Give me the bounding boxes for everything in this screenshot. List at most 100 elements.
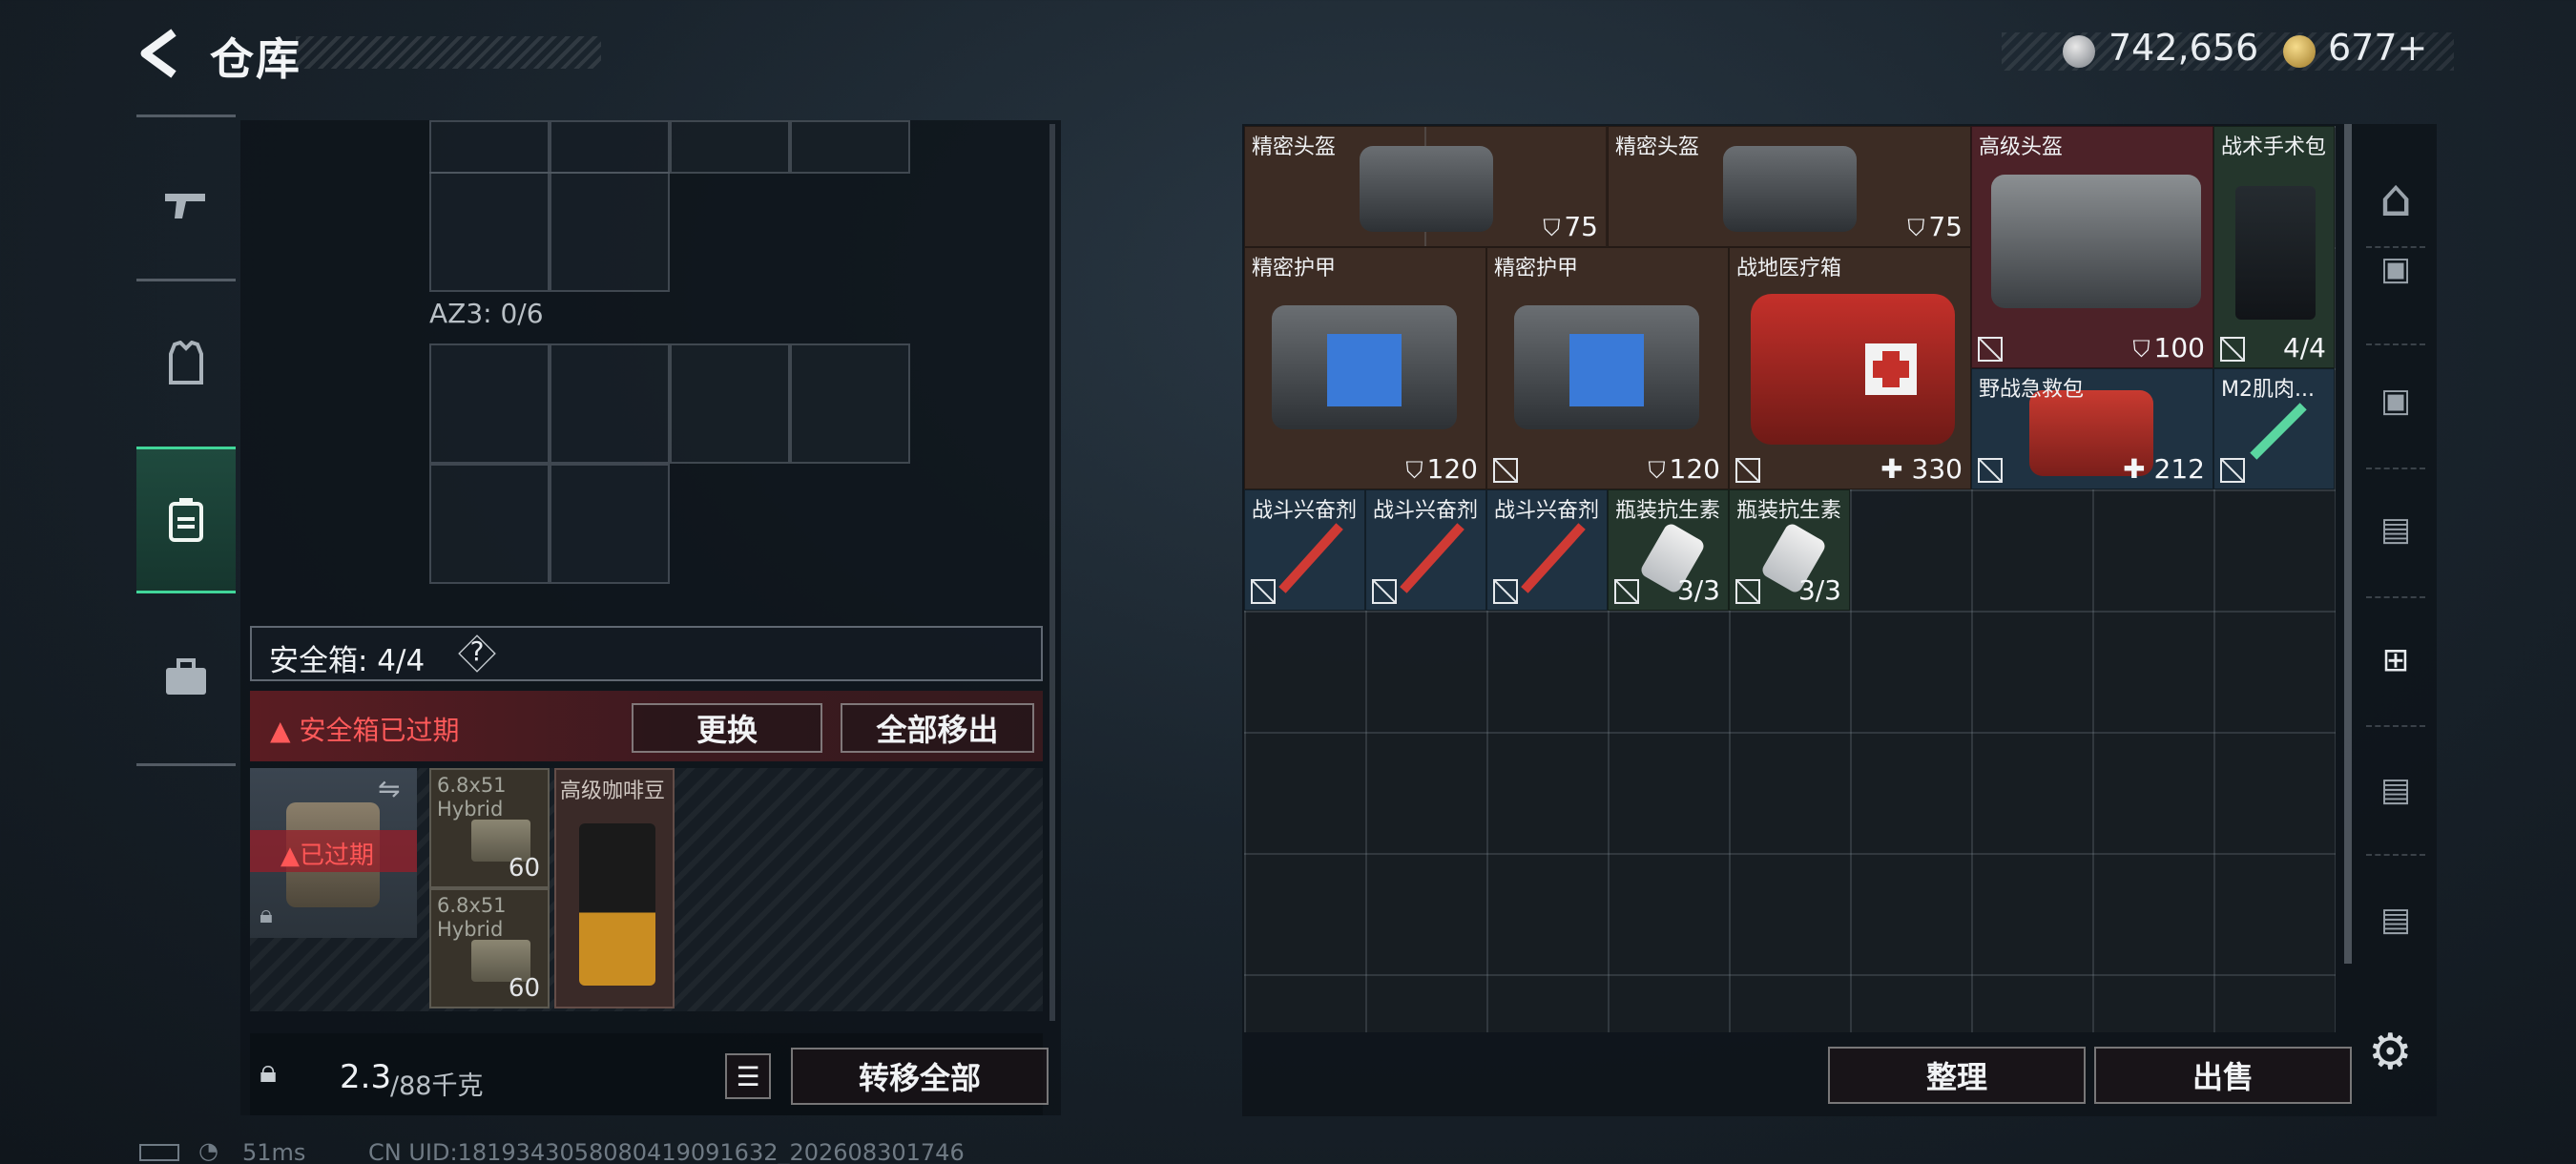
plus-icon: ✚ (1880, 453, 1912, 485)
ping-label: 51ms (242, 1139, 306, 1164)
add-folder-iv-icon[interactable]: ⊞ (2362, 641, 2429, 679)
toolbox-icon (166, 658, 206, 695)
shield-icon: ⛉ (1907, 215, 1925, 241)
grid-item[interactable]: 精密头盔 ⛉ 75 (1608, 126, 1971, 247)
list-view-button[interactable]: ☰ (725, 1053, 771, 1099)
case-expired-label: ▲已过期 (280, 842, 375, 870)
transfer-all-button[interactable]: 转移全部 (791, 1048, 1049, 1105)
scrollbar[interactable] (1049, 124, 1055, 1021)
grid-item[interactable]: 战斗兴奋剂 (1486, 489, 1608, 611)
az3-slot[interactable] (790, 343, 910, 464)
shield-icon: ⛉ (1405, 457, 1423, 484)
folder-iv-icon[interactable]: ▤ (2362, 771, 2429, 809)
stimulant-image (1278, 523, 1343, 593)
stimulant-image (1400, 523, 1465, 593)
no-sell-icon (1735, 458, 1760, 483)
silver-coin-icon (2063, 35, 2095, 68)
shield-icon: ⛉ (1543, 215, 1561, 241)
grid-item[interactable]: 战斗兴奋剂 (1365, 489, 1486, 611)
pistol-icon (165, 194, 205, 218)
no-sell-icon (1493, 458, 1518, 483)
battery-icon (139, 1144, 179, 1161)
item-name: 高级咖啡豆 (560, 779, 666, 803)
rail-divider (136, 763, 236, 766)
container-icon (169, 498, 203, 542)
syringe-image (2250, 403, 2307, 460)
tab-weapon[interactable] (136, 134, 236, 277)
medkit-image (1751, 294, 1955, 445)
grid-item[interactable]: 精密护甲 ⛉ 120 (1244, 247, 1486, 489)
coffee-item[interactable]: 高级咖啡豆 (554, 768, 675, 1008)
silver-balance: 742,656 (2109, 27, 2259, 69)
az3-slot[interactable] (550, 464, 670, 584)
az3-slot[interactable] (550, 343, 670, 464)
expired-warning-text: ▲ 安全箱已过期 (270, 715, 460, 746)
equipment-slot[interactable] (550, 120, 670, 174)
shield-icon: ⛉ (1648, 457, 1666, 484)
tab-equipment[interactable] (136, 291, 236, 434)
lock-icon: 🔒︎ (260, 901, 273, 929)
equipment-slot[interactable] (550, 172, 670, 292)
gold-coin-icon (2283, 35, 2316, 68)
folder-iv-icon[interactable]: ▤ (2362, 901, 2429, 939)
title-decoration (296, 36, 601, 69)
grid-item[interactable]: 瓶装抗生素 3/3 (1729, 489, 1850, 611)
az3-slot[interactable] (670, 343, 790, 464)
ticket-icon[interactable]: ▣ (2362, 250, 2429, 288)
coffee-bag-image (579, 823, 655, 986)
safebox-capacity-label: 安全箱: 4/4 (269, 644, 426, 678)
weight-lock-icon: 🔒︎ (260, 1052, 278, 1091)
safehouse-icon[interactable]: ⌂ (2362, 168, 2429, 228)
no-sell-icon (1372, 579, 1397, 604)
ticket-icon[interactable]: ▣ (2362, 382, 2429, 420)
no-sell-icon (1735, 579, 1760, 604)
wifi-icon: ◔ (198, 1137, 218, 1164)
folder-iv-icon[interactable]: ▤ (2362, 510, 2429, 549)
remove-all-button[interactable]: 全部移出 (841, 703, 1034, 753)
grid-item[interactable]: 野战急救包 ✚ 212 (1971, 368, 2213, 489)
grid-item[interactable]: 精密头盔 ⛉ 75 (1244, 126, 1608, 247)
no-sell-icon (1978, 458, 2003, 483)
equipment-slot[interactable] (670, 120, 790, 174)
page-title: 仓库 (210, 33, 301, 85)
armor-bag-image (1272, 305, 1457, 429)
grid-item[interactable]: 精密护甲 ⛉ 120 (1486, 247, 1729, 489)
equipment-slot[interactable] (429, 120, 550, 174)
no-sell-icon (1614, 579, 1639, 604)
sort-button[interactable]: 整理 (1828, 1047, 2086, 1104)
scrollbar[interactable] (2344, 124, 2352, 964)
grid-item[interactable]: 战术手术包 4/4 (2213, 126, 2335, 368)
no-sell-icon (1978, 337, 2003, 362)
weight-max: /88千克 (390, 1071, 484, 1101)
uid-label: CN UID:1819343058080419091632_2026083017… (368, 1139, 965, 1164)
back-arrow-icon[interactable] (135, 25, 183, 82)
no-sell-icon (1251, 579, 1276, 604)
gear-icon[interactable]: ⚙ (2368, 1024, 2413, 1081)
help-mark: ? (469, 635, 485, 667)
equipment-slot[interactable] (790, 120, 910, 174)
helmet-bag-image (1723, 146, 1857, 232)
vest-icon (169, 341, 203, 385)
warning-icon: ▲ (280, 842, 300, 870)
ammo-item[interactable]: 6.8x51 Hybrid 60 (429, 768, 550, 888)
sell-button[interactable]: 出售 (2094, 1047, 2352, 1104)
grid-item[interactable]: 高级头盔 ⛉ 100 (1971, 126, 2213, 368)
tab-container[interactable] (136, 447, 236, 593)
swap-icon[interactable]: ⇋ (378, 773, 400, 804)
shield-icon: ⛉ (2132, 336, 2150, 363)
equipment-slot[interactable] (429, 172, 550, 292)
rail-divider (136, 279, 236, 281)
gold-balance[interactable]: 677+ (2328, 27, 2427, 69)
helmet-bag-image (1360, 146, 1493, 232)
grid-item[interactable]: 战斗兴奋剂 (1244, 489, 1365, 611)
az3-slot[interactable] (429, 464, 550, 584)
ammo-item[interactable]: 6.8x51 Hybrid 60 (429, 888, 550, 1008)
grid-item[interactable]: 瓶装抗生素 3/3 (1608, 489, 1729, 611)
grid-item[interactable]: 战地医疗箱 ✚ 330 (1729, 247, 1971, 489)
az3-capacity-label: AZ3: 0/6 (429, 298, 544, 329)
rail-divider (136, 114, 236, 117)
replace-button[interactable]: 更换 (632, 703, 822, 753)
grid-item[interactable]: M2肌肉... (2213, 368, 2335, 489)
az3-slot[interactable] (429, 343, 550, 464)
tab-case[interactable] (136, 606, 236, 749)
